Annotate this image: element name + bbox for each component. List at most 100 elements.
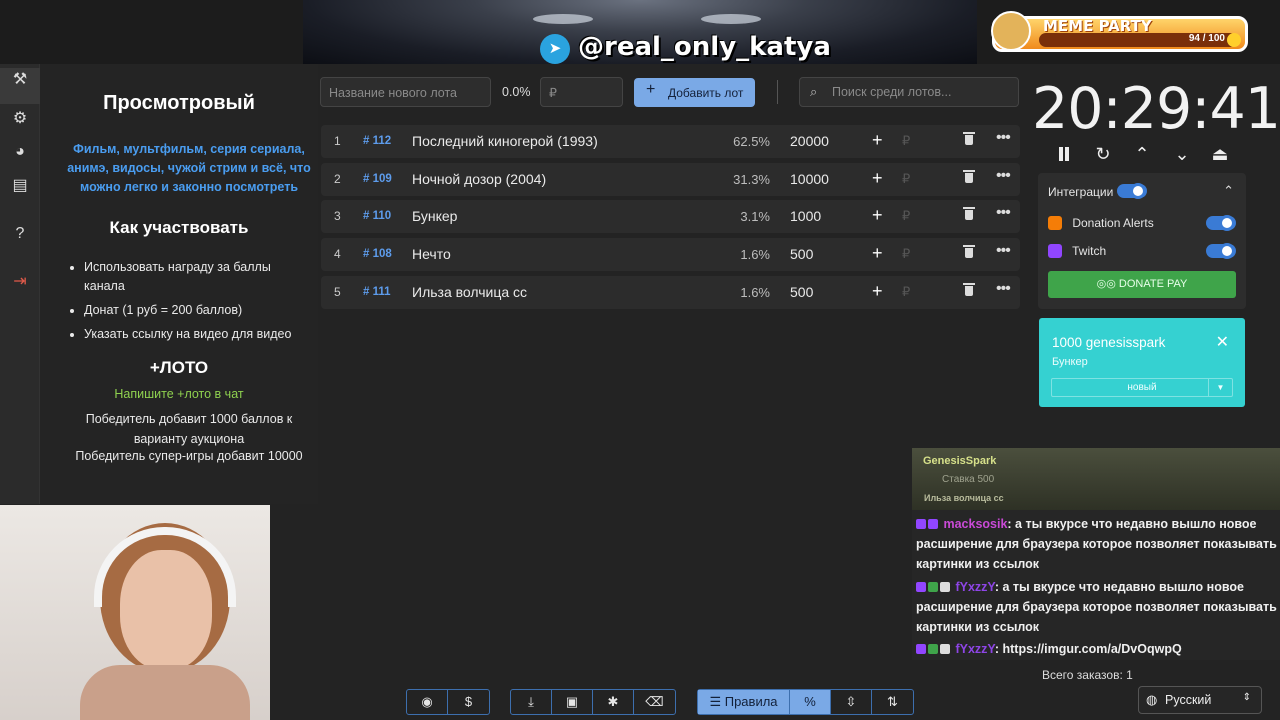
reset-icon[interactable]: ↻ (1091, 142, 1115, 166)
trash-icon[interactable] (963, 170, 975, 183)
more-icon[interactable]: ••• (996, 167, 1011, 185)
lot-select[interactable]: новый ▼ (1051, 378, 1233, 397)
lot-amount[interactable]: 500 (790, 246, 813, 262)
bet-variant: Ильза волчица сс (924, 493, 1004, 503)
icon-sidebar: ⚒ ⚙ ◕ ▤ ? ⇥ (0, 64, 40, 504)
language-value: Русский (1165, 693, 1212, 707)
toolbar-group-links: ◉ $ (406, 689, 490, 715)
list-item: Донат (1 руб = 200 баллов) (84, 301, 314, 320)
lot-percent: 1.6% (740, 285, 770, 300)
plus-icon[interactable]: + (872, 205, 883, 226)
lot-amount[interactable]: 1000 (790, 208, 821, 224)
ruble-icon[interactable]: ₽ (902, 133, 910, 149)
lot-amount[interactable]: 10000 (790, 171, 829, 187)
plus-icon[interactable]: + (872, 168, 883, 189)
download-icon[interactable]: ⤓ (511, 690, 552, 714)
dollar-icon[interactable]: $ (448, 690, 489, 714)
close-icon[interactable]: ✕ (1216, 332, 1229, 352)
gear-icon[interactable]: ⚙ (8, 107, 32, 131)
list-icon: ☰ (709, 694, 725, 709)
badge-icon (916, 644, 926, 654)
plus-icon[interactable]: + (872, 243, 883, 264)
lot-name[interactable]: Ильза волчица сс (412, 284, 527, 300)
ruble-icon[interactable]: ₽ (902, 208, 910, 224)
chevron-down-icon[interactable]: ▼ (1208, 379, 1232, 396)
chevron-up-icon[interactable]: ⌃ (1130, 142, 1154, 166)
rules-title: Просмотровый (103, 92, 255, 114)
more-icon[interactable]: ••• (996, 242, 1011, 260)
donation-card-title: 1000 genesisspark (1052, 335, 1166, 350)
telegram-icon: ➤ (540, 34, 570, 64)
chevron-down-icon[interactable]: ⌄ (1170, 142, 1194, 166)
lot-tag[interactable]: # 108 (363, 248, 392, 260)
help-icon[interactable]: ? (8, 222, 32, 246)
lot-index: 5 (334, 285, 341, 299)
donation-alerts-toggle[interactable] (1206, 215, 1236, 231)
auction-icon[interactable]: ⚒ (0, 68, 40, 104)
donate-pay-button[interactable]: ◎◎ DONATE PAY (1048, 271, 1236, 298)
badge-icon (916, 519, 926, 529)
badge-icon (928, 644, 938, 654)
compress-icon[interactable]: ⇳ (831, 690, 872, 714)
double-up-icon[interactable]: ⏏ (1208, 142, 1232, 166)
trash-icon[interactable] (963, 132, 975, 145)
list-item: Указать ссылку на видео для видео (84, 325, 314, 344)
lot-name[interactable]: Бункер (412, 208, 457, 224)
more-icon[interactable]: ••• (996, 129, 1011, 147)
lot-name[interactable]: Нечто (412, 246, 451, 262)
github-icon[interactable]: ◉ (407, 690, 448, 714)
add-lot-button[interactable]: + Добавить лот (634, 78, 755, 107)
clear-icon[interactable]: ⌫ (634, 690, 675, 714)
new-lot-input[interactable]: Название нового лота (320, 77, 491, 107)
trash-icon[interactable] (963, 245, 975, 258)
lot-name[interactable]: Ночной дозор (2004) (412, 171, 546, 187)
bug-icon[interactable]: ✱ (593, 690, 634, 714)
how-to-list: Использовать награду за баллы канала Дон… (84, 258, 314, 349)
lot-index: 2 (334, 172, 341, 186)
lot-tag[interactable]: # 110 (363, 210, 391, 222)
webcam-feed (0, 505, 270, 720)
chat-message: fYxzzY: а ты вкурсе что недавно вышло но… (916, 577, 1278, 637)
more-icon[interactable]: ••• (996, 204, 1011, 222)
rules-panel: Просмотровый Фильм, мультфильм, серия се… (40, 64, 318, 504)
pie-chart-icon[interactable]: ◕ (8, 140, 32, 164)
rules-button[interactable]: ☰ Правила (698, 690, 790, 714)
twitch-toggle[interactable] (1206, 243, 1236, 259)
donation-alerts-icon (1048, 216, 1062, 230)
plus-icon[interactable]: + (872, 130, 883, 151)
trash-icon[interactable] (963, 283, 975, 296)
clipboard-icon[interactable]: ▤ (8, 174, 32, 198)
lot-tag[interactable]: # 112 (363, 135, 391, 147)
plus-icon[interactable]: + (872, 281, 883, 302)
list-item: Использовать награду за баллы канала (84, 258, 314, 296)
ruble-icon[interactable]: ₽ (902, 246, 910, 262)
percent-icon[interactable]: % (790, 690, 831, 714)
new-lot-percent: 0.0% (502, 85, 531, 99)
pause-icon[interactable] (1052, 142, 1076, 166)
donate-pay-label: DONATE PAY (1118, 278, 1188, 290)
lot-tag[interactable]: # 111 (363, 286, 391, 298)
trash-icon[interactable] (963, 207, 975, 220)
more-icon[interactable]: ••• (996, 280, 1011, 298)
lot-amount[interactable]: 500 (790, 284, 813, 300)
lot-tag[interactable]: # 109 (363, 173, 392, 185)
chevron-up-icon[interactable]: ⌃ (1223, 183, 1234, 199)
badge-icon (916, 582, 926, 592)
lot-name[interactable]: Последний киногерой (1993) (412, 133, 598, 149)
amount-input[interactable]: ₽ (540, 77, 623, 107)
ruble-icon[interactable]: ₽ (902, 284, 910, 300)
integrations-toggle[interactable] (1117, 183, 1147, 199)
save-icon[interactable]: ▣ (552, 690, 593, 714)
sort-swap-icon[interactable]: ⇅ (872, 690, 913, 714)
badge-icon (940, 644, 950, 654)
lot-percent: 3.1% (740, 209, 770, 224)
lot-amount[interactable]: 20000 (790, 133, 829, 149)
search-input[interactable]: ⌕ Поиск среди лотов... (799, 77, 1019, 107)
badge-icon (928, 582, 938, 592)
language-select[interactable]: ◍ Русский ⇕ (1138, 686, 1262, 714)
ruble-icon[interactable]: ₽ (902, 171, 910, 187)
donation-alerts-label: Donation Alerts (1072, 216, 1154, 230)
bet-highlight: GenesisSpark Ставка 500 Ильза волчица сс (912, 448, 1280, 510)
search-icon: ⌕ (810, 84, 818, 99)
logout-icon[interactable]: ⇥ (8, 270, 32, 294)
